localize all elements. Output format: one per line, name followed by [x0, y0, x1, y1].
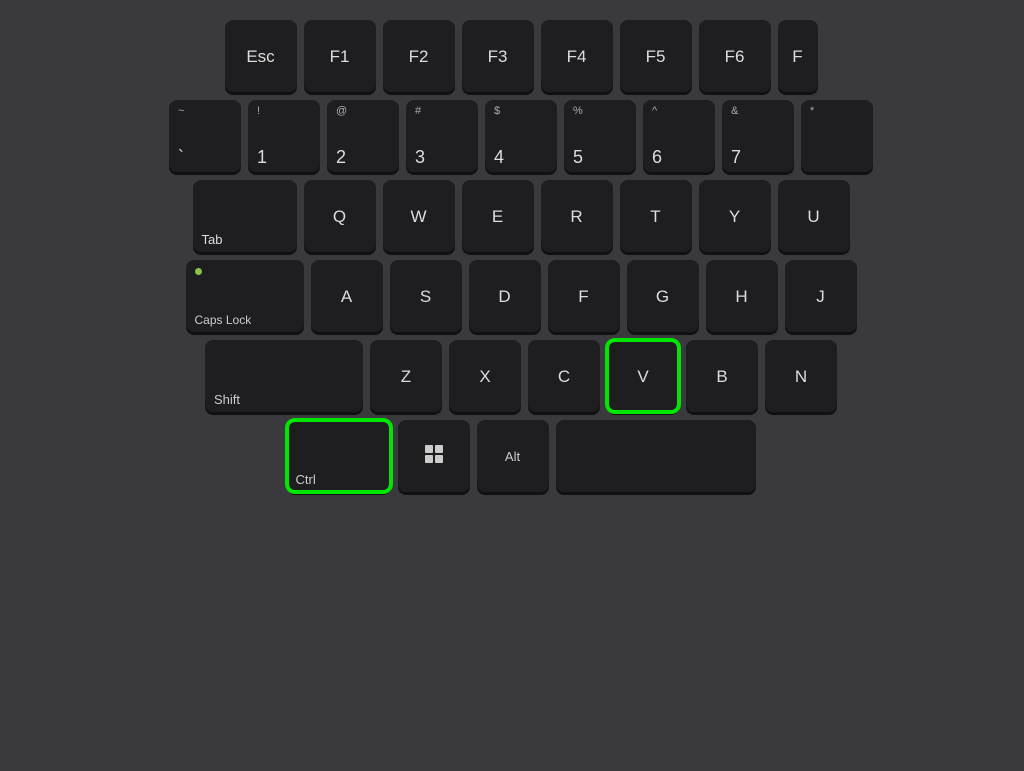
key-t[interactable]: T: [620, 180, 692, 252]
key-space[interactable]: [556, 420, 756, 492]
windows-icon: [425, 445, 443, 463]
key-5[interactable]: % 5: [564, 100, 636, 172]
number-key-row: ~ ` ! 1 @ 2 # 3 $ 4 % 5 ^ 6 & 7: [169, 100, 873, 172]
key-f6[interactable]: F6: [699, 20, 771, 92]
key-b[interactable]: B: [686, 340, 758, 412]
key-6[interactable]: ^ 6: [643, 100, 715, 172]
key-f2[interactable]: F2: [383, 20, 455, 92]
qwerty-key-row: Tab Q W E R T Y U: [193, 180, 850, 252]
key-ctrl[interactable]: Ctrl: [287, 420, 391, 492]
key-f4[interactable]: F4: [541, 20, 613, 92]
key-w[interactable]: W: [383, 180, 455, 252]
key-3[interactable]: # 3: [406, 100, 478, 172]
function-key-row: Esc F1 F2 F3 F4 F5 F6 F: [225, 20, 818, 92]
key-1[interactable]: ! 1: [248, 100, 320, 172]
key-win[interactable]: [398, 420, 470, 492]
key-esc[interactable]: Esc: [225, 20, 297, 92]
key-4[interactable]: $ 4: [485, 100, 557, 172]
caps-lock-indicator: [195, 268, 202, 275]
key-a[interactable]: A: [311, 260, 383, 332]
keyboard-background: Esc F1 F2 F3 F4 F5 F6 F ~ ` ! 1: [0, 0, 1024, 771]
key-j[interactable]: J: [785, 260, 857, 332]
key-2[interactable]: @ 2: [327, 100, 399, 172]
zxcv-key-row: Shift Z X C V B N: [205, 340, 837, 412]
key-f5[interactable]: F5: [620, 20, 692, 92]
key-c[interactable]: C: [528, 340, 600, 412]
key-f[interactable]: F: [548, 260, 620, 332]
key-u[interactable]: U: [778, 180, 850, 252]
key-y[interactable]: Y: [699, 180, 771, 252]
key-g[interactable]: G: [627, 260, 699, 332]
key-e[interactable]: E: [462, 180, 534, 252]
key-f3[interactable]: F3: [462, 20, 534, 92]
key-tab[interactable]: Tab: [193, 180, 297, 252]
key-f7[interactable]: F: [778, 20, 818, 92]
key-tilde[interactable]: ~ `: [169, 100, 241, 172]
key-v[interactable]: V: [607, 340, 679, 412]
key-s[interactable]: S: [390, 260, 462, 332]
key-h[interactable]: H: [706, 260, 778, 332]
key-shift-left[interactable]: Shift: [205, 340, 363, 412]
key-alt[interactable]: Alt: [477, 420, 549, 492]
key-r[interactable]: R: [541, 180, 613, 252]
key-q[interactable]: Q: [304, 180, 376, 252]
bottom-key-row: Ctrl Alt: [287, 420, 756, 492]
key-z[interactable]: Z: [370, 340, 442, 412]
key-caps-lock[interactable]: Caps Lock: [186, 260, 304, 332]
key-n[interactable]: N: [765, 340, 837, 412]
key-d[interactable]: D: [469, 260, 541, 332]
key-7[interactable]: & 7: [722, 100, 794, 172]
key-x[interactable]: X: [449, 340, 521, 412]
key-8-partial[interactable]: *: [801, 100, 873, 172]
asdf-key-row: Caps Lock A S D F G H J: [186, 260, 857, 332]
key-f1[interactable]: F1: [304, 20, 376, 92]
